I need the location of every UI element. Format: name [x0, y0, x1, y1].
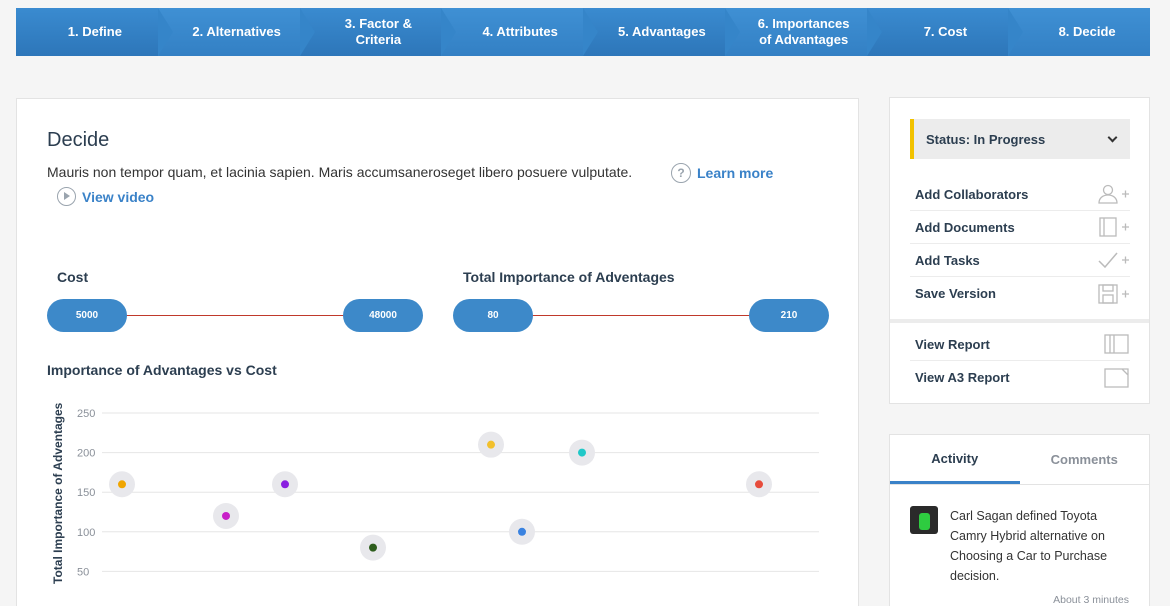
step-label: 6. Importances of Advantages — [757, 16, 850, 47]
activity-tabs: Activity Comments — [890, 435, 1149, 485]
step-label: 3. Factor & Criteria — [344, 16, 412, 47]
tab-comments[interactable]: Comments — [1020, 435, 1150, 484]
y-tick-label: 50 — [77, 566, 89, 578]
view-a3-report-button[interactable]: View A3 Report — [910, 361, 1130, 394]
add-task-icon — [1098, 252, 1129, 269]
data-point[interactable] — [281, 480, 289, 489]
importance-range-slider[interactable]: 80 210 — [453, 299, 829, 332]
y-tick-label: 200 — [77, 448, 95, 460]
action-label: Save Version — [915, 286, 996, 301]
importance-range-track — [493, 315, 789, 316]
data-point[interactable] — [118, 480, 126, 489]
view-video-link[interactable]: View video — [57, 187, 154, 206]
tab-activity[interactable]: Activity — [890, 435, 1020, 484]
step-label: 1. Define — [67, 24, 122, 39]
importance-max-handle[interactable]: 210 — [749, 299, 829, 332]
data-point[interactable] — [369, 543, 377, 552]
status-label: Status: In Progress — [926, 131, 1046, 147]
activity-item: Carl Sagan defined Toyota Camry Hybrid a… — [910, 506, 1110, 586]
learn-more-link[interactable]: ? Learn more — [671, 163, 773, 183]
step-alternatives[interactable]: 2. Alternatives — [157, 8, 315, 56]
action-label: Add Tasks — [915, 252, 980, 268]
scatter-chart: Total Importance of Adventages 250 200 150 1… — [51, 402, 819, 584]
step-decide[interactable]: 8. Decide — [1008, 8, 1150, 56]
cost-range-label: Cost — [57, 269, 89, 285]
view-video-label[interactable]: View video — [82, 189, 154, 205]
action-label: Add Collaborators — [915, 186, 1029, 202]
step-label: 7. Cost — [923, 24, 968, 39]
step-label: 4. Attributes — [482, 24, 558, 39]
action-list: Add Collaborators Add Documents Add Task… — [910, 178, 1130, 310]
cost-range-track — [87, 315, 383, 316]
description: Mauris non tempor quam, et lacinia sapie… — [47, 164, 633, 180]
y-tick-label: 150 — [77, 487, 95, 499]
chevron-down-icon — [1107, 132, 1118, 142]
activity-text: Carl Sagan defined Toyota Camry Hybrid a… — [950, 509, 1108, 583]
cost-min-handle[interactable]: 5000 — [47, 299, 127, 332]
add-tasks-button[interactable]: Add Tasks — [910, 244, 1130, 277]
step-attributes[interactable]: 4. Attributes — [441, 8, 598, 56]
status-dropdown[interactable]: Status: In Progress — [910, 119, 1130, 159]
process-stepper: 1. Define 2. Alternatives 3. Factor & Cr… — [16, 8, 1150, 56]
chart-title: Importance of Advantages vs Cost — [47, 362, 277, 378]
save-version-button[interactable]: Save Version — [910, 277, 1130, 310]
help-icon: ? — [671, 163, 691, 183]
learn-more-label[interactable]: Learn more — [697, 165, 773, 181]
step-importances[interactable]: 6. Importances of Advantages — [724, 8, 882, 56]
data-point[interactable] — [755, 480, 763, 489]
view-report-button[interactable]: View Report — [910, 328, 1130, 361]
activity-panel: Activity Comments Carl Sagan defined Toy… — [889, 434, 1150, 606]
y-axis-label: Total Importance of Adventages — [51, 402, 65, 584]
action-label: Add Documents — [915, 219, 1015, 235]
cost-max-handle[interactable]: 48000 — [343, 299, 423, 332]
step-label: 2. Alternatives — [192, 24, 281, 39]
step-label: 5. Advantages — [618, 24, 706, 39]
save-icon — [1098, 283, 1129, 304]
data-point[interactable] — [518, 527, 526, 536]
y-tick-label: 250 — [77, 408, 95, 420]
page-title: Decide — [47, 129, 110, 151]
step-label: 8. Decide — [1058, 24, 1116, 39]
data-point[interactable] — [578, 448, 586, 457]
report-list: View Report View A3 Report — [910, 328, 1130, 394]
data-point[interactable] — [222, 511, 230, 520]
action-sidebar: Status: In Progress Add Collaborators Ad… — [889, 97, 1150, 404]
step-define[interactable]: 1. Define — [16, 8, 173, 56]
activity-timestamp: About 3 minutes — [1053, 594, 1129, 606]
add-user-icon — [1098, 184, 1129, 204]
add-documents-button[interactable]: Add Documents — [910, 211, 1130, 244]
report-label: View Report — [915, 336, 990, 352]
step-advantages[interactable]: 5. Advantages — [583, 8, 740, 56]
cost-range-slider[interactable]: 5000 48000 — [47, 299, 423, 332]
add-collaborators-button[interactable]: Add Collaborators — [910, 178, 1130, 211]
step-factor-criteria[interactable]: 3. Factor & Criteria — [299, 8, 456, 56]
report-icon — [1104, 334, 1129, 354]
avatar — [910, 506, 938, 534]
divider — [890, 319, 1149, 323]
report-label: View A3 Report — [915, 370, 1010, 385]
a3-report-icon — [1104, 367, 1129, 388]
data-point[interactable] — [487, 440, 495, 449]
importance-range-label: Total Importance of Adventages — [463, 269, 675, 285]
importance-min-handle[interactable]: 80 — [453, 299, 533, 332]
play-icon — [57, 187, 76, 206]
add-document-icon — [1099, 217, 1129, 237]
y-tick-label: 100 — [77, 527, 95, 539]
step-cost[interactable]: 7. Cost — [866, 8, 1023, 56]
decide-panel: Decide Mauris non tempor quam, et lacini… — [16, 98, 859, 606]
